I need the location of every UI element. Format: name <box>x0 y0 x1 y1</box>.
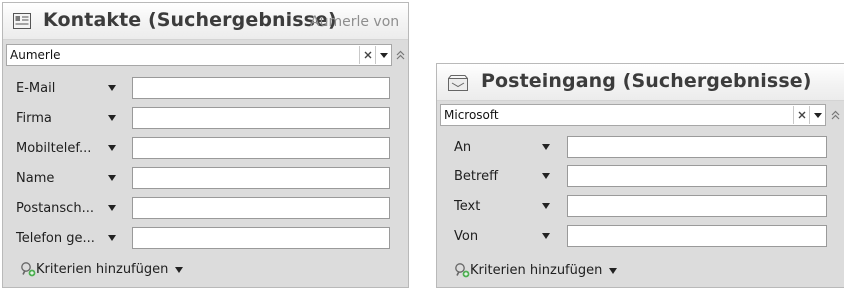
pane-header: Posteingang (Suchergebnisse) <box>437 64 844 101</box>
search-input[interactable]: Microsoft <box>440 104 826 126</box>
criteria-dropdown-icon[interactable] <box>542 144 550 150</box>
criteria-label: Text <box>454 199 481 214</box>
pane-header: Kontakte (Suchergebnisse) Aumerle von <box>3 3 408 40</box>
criteria-label: Firma <box>16 111 52 126</box>
add-criteria-button[interactable]: Kriterien hinzufügen <box>20 261 184 277</box>
criteria-label: Telefon ge... <box>16 231 95 246</box>
pane-subtitle: Aumerle von <box>310 14 400 30</box>
criteria-input-text[interactable] <box>567 195 827 217</box>
contact-card-icon <box>13 13 31 29</box>
criteria-label: Betreff <box>454 169 499 184</box>
criteria-row-betreff: Betreff <box>454 165 834 187</box>
criteria-dropdown-icon[interactable] <box>108 175 116 181</box>
criteria-dropdown-icon[interactable] <box>108 85 116 91</box>
collapse-chevron-icon[interactable] <box>827 105 843 125</box>
criteria-dropdown-icon[interactable] <box>542 203 550 209</box>
add-criteria-label: Kriterien hinzufügen <box>36 261 169 277</box>
criteria-row-von: Von <box>454 225 834 247</box>
criteria-dropdown-icon[interactable] <box>542 233 550 239</box>
criteria-label: Name <box>16 171 55 186</box>
search-dropdown-icon[interactable] <box>809 106 825 124</box>
pane-title: Kontakte (Suchergebnisse) <box>43 9 337 31</box>
criteria-dropdown-icon[interactable] <box>108 115 116 121</box>
criteria-input-mobiltelefon[interactable] <box>132 137 390 159</box>
criteria-dropdown-icon[interactable] <box>108 205 116 211</box>
criteria-row-email: E-Mail <box>16 77 392 99</box>
criteria-row-firma: Firma <box>16 107 392 129</box>
inbox-search-pane: Posteingang (Suchergebnisse) Microsoft A… <box>436 63 844 288</box>
search-value: Microsoft <box>444 108 499 122</box>
criteria-input-von[interactable] <box>567 225 827 247</box>
criteria-dropdown-icon[interactable] <box>542 173 550 179</box>
criteria-label: E-Mail <box>16 81 56 96</box>
clear-search-icon[interactable] <box>793 106 809 124</box>
inbox-icon <box>448 75 468 91</box>
search-dropdown-icon[interactable] <box>375 46 391 64</box>
pane-title: Posteingang (Suchergebnisse) <box>481 70 812 92</box>
clear-search-icon[interactable] <box>359 46 375 64</box>
criteria-row-name: Name <box>16 167 392 189</box>
criteria-row-an: An <box>454 136 834 158</box>
criteria-row-telefon: Telefon ge... <box>16 227 392 249</box>
magnifier-plus-icon <box>455 263 470 278</box>
criteria-input-telefon[interactable] <box>132 227 390 249</box>
criteria-label: An <box>454 140 472 155</box>
criteria-input-firma[interactable] <box>132 107 390 129</box>
contacts-search-pane: Kontakte (Suchergebnisse) Aumerle von Au… <box>2 2 409 288</box>
criteria-input-email[interactable] <box>132 77 390 99</box>
criteria-dropdown-icon[interactable] <box>108 145 116 151</box>
add-criteria-dropdown-icon <box>609 267 618 274</box>
criteria-input-name[interactable] <box>132 167 390 189</box>
criteria-dropdown-icon[interactable] <box>108 235 116 241</box>
criteria-row-mobiltelefon: Mobiltelef... <box>16 137 392 159</box>
criteria-label: Postansch... <box>16 201 94 216</box>
add-criteria-label: Kriterien hinzufügen <box>470 262 603 278</box>
add-criteria-button[interactable]: Kriterien hinzufügen <box>454 262 618 278</box>
search-value: Aumerle <box>10 48 61 62</box>
add-criteria-dropdown-icon <box>175 266 184 273</box>
search-input[interactable]: Aumerle <box>6 44 392 66</box>
criteria-input-postanschrift[interactable] <box>132 197 390 219</box>
magnifier-plus-icon <box>21 262 36 277</box>
criteria-row-text: Text <box>454 195 834 217</box>
criteria-input-an[interactable] <box>567 136 827 158</box>
criteria-input-betreff[interactable] <box>567 165 827 187</box>
criteria-label: Von <box>454 229 479 244</box>
criteria-row-postanschrift: Postansch... <box>16 197 392 219</box>
criteria-label: Mobiltelef... <box>16 141 92 156</box>
collapse-chevron-icon[interactable] <box>392 45 408 65</box>
